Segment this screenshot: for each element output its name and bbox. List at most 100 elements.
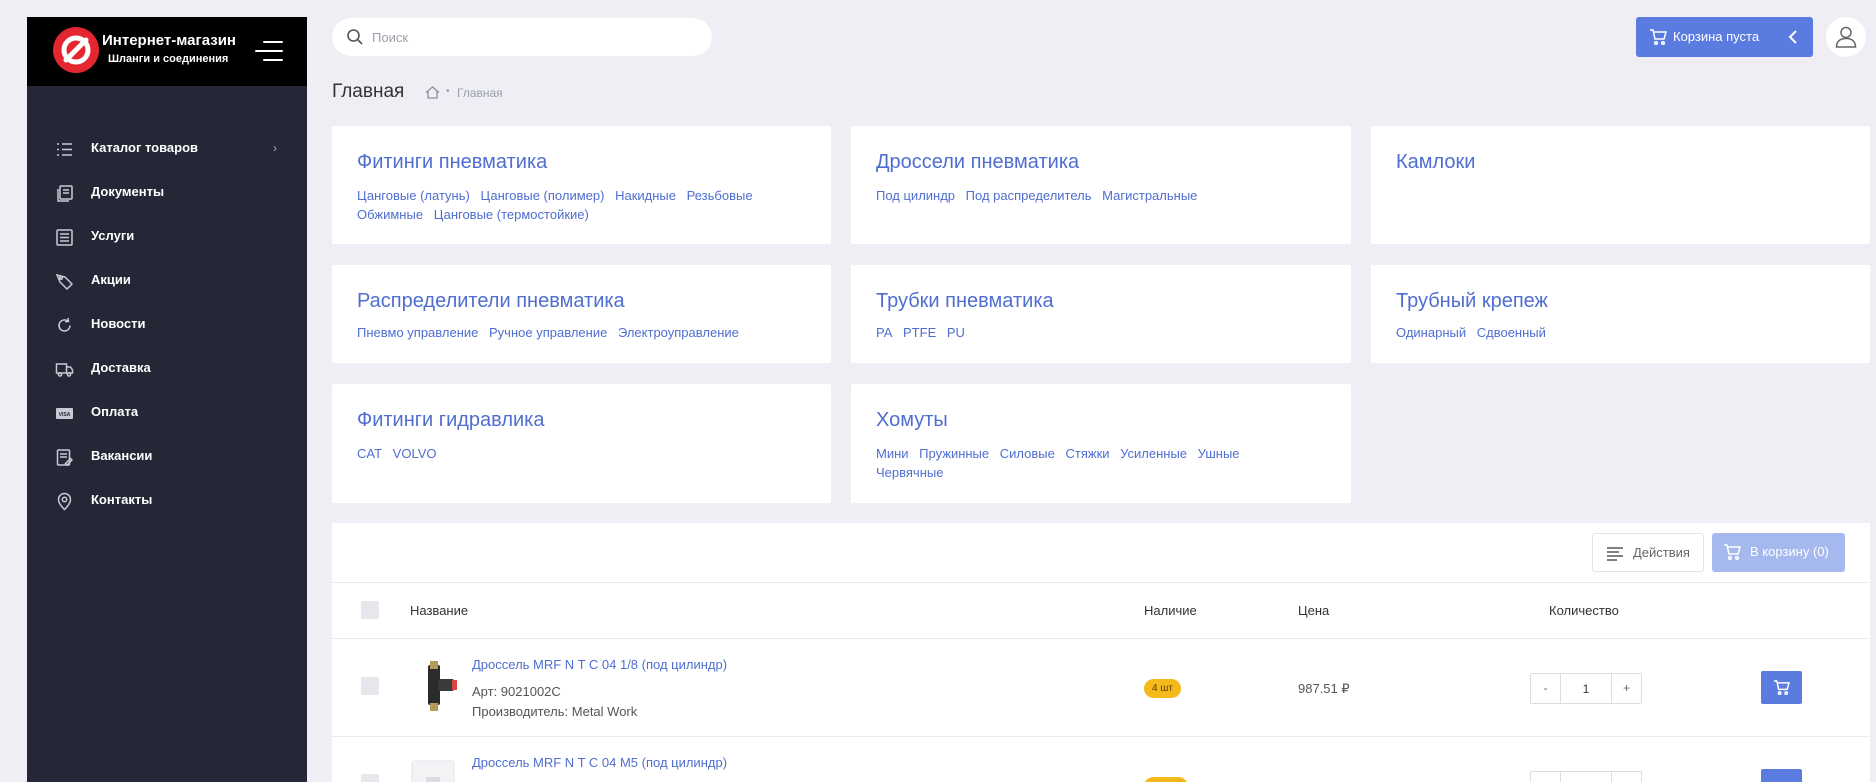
quantity-decrease-button[interactable] <box>1531 772 1561 782</box>
quantity-decrease-button[interactable]: - <box>1531 674 1561 703</box>
category-link[interactable]: Червячные <box>876 465 943 480</box>
product-manufacturer: Производитель: Metal Work <box>472 704 638 719</box>
divider <box>332 582 1870 583</box>
select-all-checkbox[interactable] <box>361 601 379 619</box>
services-icon <box>56 229 73 246</box>
category-card: Фитинги пневматика Цанговые (латунь) Цан… <box>332 126 831 244</box>
search-box <box>332 18 712 56</box>
add-selected-to-cart-button[interactable]: В корзину (0) <box>1712 533 1845 572</box>
category-title[interactable]: Трубный крепеж <box>1396 290 1548 313</box>
chevron-right-icon: › <box>273 141 277 155</box>
add-to-cart-button[interactable] <box>1761 671 1802 704</box>
sidebar-item-label: Контакты <box>91 492 153 507</box>
category-link[interactable]: PA <box>876 325 892 340</box>
search-input[interactable] <box>372 27 692 47</box>
category-link[interactable]: Пневмо управление <box>357 325 478 340</box>
brand-header: Интернет-магазин Шланги и соединения <box>27 17 307 86</box>
column-header-name: Название <box>410 603 469 618</box>
category-link[interactable]: Накидные <box>615 188 676 203</box>
search-icon <box>347 29 363 45</box>
divider <box>332 638 1870 639</box>
category-link[interactable]: Стяжки <box>1065 446 1109 461</box>
cart-icon <box>1650 29 1667 45</box>
category-title[interactable]: Фитинги пневматика <box>357 151 547 174</box>
category-links: Пневмо управление Ручное управление Элек… <box>357 323 811 342</box>
menu-burger-icon[interactable] <box>255 39 283 63</box>
sidebar-item-label: Доставка <box>91 360 151 375</box>
category-link[interactable]: PU <box>947 325 965 340</box>
category-card: Трубный крепеж Одинарный Сдвоенный <box>1371 265 1870 363</box>
sidebar-item-label: Каталог товаров <box>91 140 199 155</box>
product-image[interactable] <box>410 759 456 782</box>
product-price: 987.51 ₽ <box>1298 681 1350 696</box>
sidebar-item-delivery[interactable]: Доставка <box>27 347 307 391</box>
quantity-increase-button[interactable] <box>1611 772 1641 782</box>
sidebar-item-promo[interactable]: Акции <box>27 259 307 303</box>
category-link[interactable]: Под цилиндр <box>876 188 955 203</box>
logo-icon[interactable] <box>53 27 99 73</box>
sidebar-item-payment[interactable]: VISA Оплата <box>27 391 307 435</box>
category-title[interactable]: Хомуты <box>876 409 948 432</box>
documents-icon <box>57 185 73 202</box>
row-checkbox[interactable] <box>361 774 379 782</box>
category-link[interactable]: Цанговые (термостойкие) <box>434 207 589 222</box>
sidebar-item-vacancies[interactable]: Вакансии <box>27 435 307 479</box>
actions-list-icon <box>1607 547 1623 561</box>
sidebar-item-documents[interactable]: Документы <box>27 171 307 215</box>
category-link[interactable]: Пружинные <box>919 446 989 461</box>
user-account-button[interactable] <box>1826 17 1866 57</box>
category-link[interactable]: Силовые <box>1000 446 1055 461</box>
home-icon[interactable] <box>425 86 440 99</box>
sidebar-item-contacts[interactable]: Контакты <box>27 479 307 523</box>
catalog-list-icon <box>57 143 72 156</box>
category-title[interactable]: Камлоки <box>1396 151 1475 174</box>
category-card: Камлоки <box>1371 126 1870 244</box>
category-title[interactable]: Трубки пневматика <box>876 290 1054 313</box>
row-checkbox[interactable] <box>361 677 379 695</box>
category-link[interactable]: Под распределитель <box>966 188 1092 203</box>
product-image[interactable] <box>414 659 460 715</box>
add-to-cart-button[interactable] <box>1761 769 1802 782</box>
category-link[interactable]: VOLVO <box>393 446 437 461</box>
sidebar-item-news[interactable]: Новости <box>27 303 307 347</box>
category-link[interactable]: Обжимные <box>357 207 423 222</box>
column-header-stock: Наличие <box>1144 603 1197 618</box>
category-link[interactable]: Сдвоенный <box>1477 325 1546 340</box>
category-link[interactable]: Ушные <box>1198 446 1240 461</box>
category-link[interactable]: Резьбовые <box>687 188 753 203</box>
category-link[interactable]: Ручное управление <box>489 325 607 340</box>
category-link[interactable]: Цанговые (полимер) <box>480 188 604 203</box>
sidebar-item-catalog[interactable]: Каталог товаров › <box>27 127 307 171</box>
category-link[interactable]: CAT <box>357 446 382 461</box>
sidebar-nav: Каталог товаров › Документы Услуги Акции <box>27 127 307 523</box>
truck-icon <box>55 363 74 377</box>
chevron-left-icon <box>1788 30 1797 44</box>
category-links: Одинарный Сдвоенный <box>1396 323 1850 342</box>
category-link[interactable]: PTFE <box>903 325 936 340</box>
actions-button[interactable]: Действия <box>1592 533 1704 572</box>
category-link[interactable]: Одинарный <box>1396 325 1466 340</box>
category-links: Под цилиндр Под распределитель Магистрал… <box>876 186 1331 205</box>
category-title[interactable]: Фитинги гидравлика <box>357 409 544 432</box>
header-cart-button[interactable]: Корзина пуста <box>1636 17 1813 57</box>
category-link[interactable]: Цанговые (латунь) <box>357 188 470 203</box>
page-title: Главная <box>332 81 405 102</box>
category-title[interactable]: Распределители пневматика <box>357 290 625 313</box>
product-name-link[interactable]: Дроссель MRF N T C 04 M5 (под цилиндр) <box>472 755 727 770</box>
category-link[interactable]: Электроуправление <box>618 325 739 340</box>
category-link[interactable]: Мини <box>876 446 909 461</box>
quantity-input[interactable] <box>1561 674 1611 703</box>
sidebar-item-services[interactable]: Услуги <box>27 215 307 259</box>
cart-label: Корзина пуста <box>1673 29 1760 44</box>
category-title[interactable]: Дроссели пневматика <box>876 151 1079 174</box>
sidebar-item-label: Услуги <box>91 228 135 243</box>
column-header-price: Цена <box>1298 603 1330 618</box>
actions-label: Действия <box>1633 545 1690 560</box>
visa-card-icon: VISA <box>56 408 73 419</box>
category-link[interactable]: Магистральные <box>1102 188 1197 203</box>
quantity-increase-button[interactable]: + <box>1611 674 1641 703</box>
stock-badge: 4 шт <box>1144 679 1181 698</box>
product-name-link[interactable]: Дроссель MRF N T C 04 1/8 (под цилиндр) <box>472 657 727 672</box>
category-link[interactable]: Усиленные <box>1120 446 1187 461</box>
svg-text:VISA: VISA <box>59 412 71 418</box>
